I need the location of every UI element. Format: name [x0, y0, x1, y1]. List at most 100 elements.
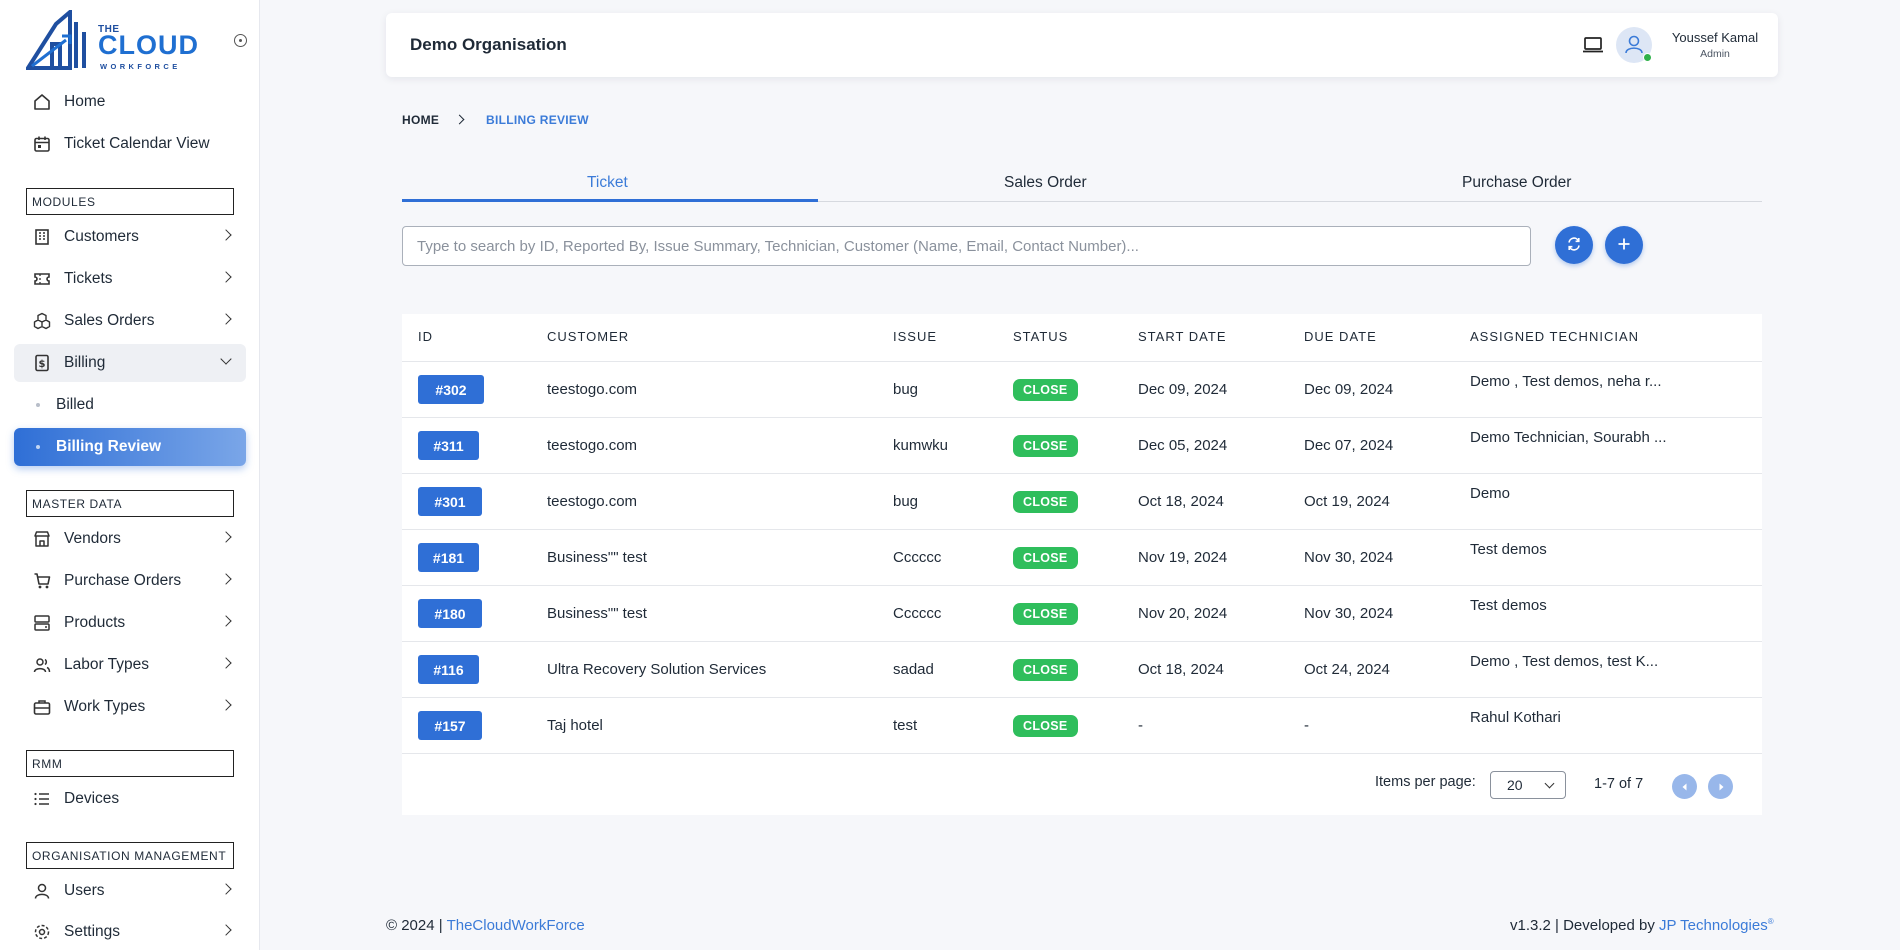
brand-link[interactable]: TheCloudWorkForce	[447, 917, 585, 934]
chevron-down-icon	[1544, 778, 1555, 789]
section-label-modules: MODULES	[26, 188, 234, 215]
bullet-icon	[36, 403, 40, 407]
sidebar-item-label: Users	[64, 882, 105, 899]
chevron-right-icon	[220, 615, 232, 627]
issue-cell: Cccccc	[893, 605, 942, 622]
technician-cell: Rahul Kothari	[1470, 709, 1561, 726]
technician-cell: Test demos	[1470, 597, 1547, 614]
chevron-right-icon	[220, 883, 232, 895]
sidebar-subitem-billed[interactable]: Billed	[14, 386, 246, 424]
due-date-cell: Dec 07, 2024	[1304, 437, 1394, 454]
footer-copyright: © 2024 | TheCloudWorkForce	[386, 917, 585, 934]
column-header-issue[interactable]: ISSUE	[893, 329, 937, 344]
next-page-button[interactable]	[1708, 774, 1733, 799]
start-date-cell: Oct 18, 2024	[1138, 493, 1224, 510]
chevron-right-icon	[220, 313, 232, 325]
ticket-id-button[interactable]: #116	[418, 655, 479, 684]
sidebar-item-devices[interactable]: Devices	[14, 780, 246, 818]
tab-bar: Ticket Sales Order Purchase Order	[402, 166, 1762, 202]
issue-cell: bug	[893, 493, 919, 510]
sidebar-item-billing[interactable]: $ Billing	[14, 344, 246, 382]
sidebar-item-label: Ticket Calendar View	[64, 135, 210, 152]
next-icon	[1719, 783, 1723, 790]
sidebar-item-label: Purchase Orders	[64, 572, 182, 589]
sidebar-item-tickets[interactable]: Tickets	[14, 260, 246, 298]
sidebar-item-label: Devices	[64, 790, 120, 807]
users-icon	[32, 655, 52, 675]
breadcrumb-home[interactable]: HOME	[402, 113, 439, 127]
issue-cell: test	[893, 717, 918, 734]
tab-sales-order[interactable]: Sales Order	[1004, 174, 1087, 192]
status-badge: CLOSE	[1013, 715, 1078, 737]
sidebar-item-sales-orders[interactable]: Sales Orders	[14, 302, 246, 340]
sidebar-item-label: Billing Review	[56, 438, 162, 455]
pagination-range: 1-7 of 7	[1594, 776, 1644, 792]
user-role: Admin	[1700, 48, 1730, 60]
start-date-cell: Nov 19, 2024	[1138, 549, 1228, 566]
laptop-icon[interactable]	[1582, 35, 1604, 55]
home-icon	[32, 92, 52, 112]
boxes-icon	[32, 311, 52, 331]
customer-cell: Ultra Recovery Solution Services	[547, 661, 767, 678]
ticket-id-button[interactable]: #302	[418, 375, 484, 404]
technician-cell: Test demos	[1470, 541, 1547, 558]
start-date-cell: Dec 09, 2024	[1138, 381, 1228, 398]
sidebar-item-work-types[interactable]: Work Types	[14, 688, 246, 726]
chevron-right-icon	[220, 924, 232, 936]
column-header-status[interactable]: STATUS	[1013, 329, 1068, 344]
ticket-id-button[interactable]: #181	[418, 543, 479, 572]
customer-cell: teestogo.com	[547, 437, 638, 454]
sidebar-item-purchase-orders[interactable]: Purchase Orders	[14, 562, 246, 600]
sidebar-item-labor-types[interactable]: Labor Types	[14, 646, 246, 684]
due-date-cell: Dec 09, 2024	[1304, 381, 1394, 398]
items-per-page-select[interactable]: 20	[1490, 771, 1566, 799]
issue-cell: Cccccc	[893, 549, 942, 566]
start-date-cell: -	[1138, 717, 1143, 734]
section-label-org-management: ORGANISATION MANAGEMENT	[26, 842, 234, 869]
column-header-start-date[interactable]: START DATE	[1138, 329, 1227, 344]
start-date-cell: Nov 20, 2024	[1138, 605, 1228, 622]
column-header-id[interactable]: ID	[418, 329, 433, 344]
user-name[interactable]: Youssef Kamal	[1665, 30, 1765, 45]
plus-icon	[1616, 236, 1632, 255]
sidebar-item-settings[interactable]: Settings	[14, 913, 246, 950]
sidebar-item-customers[interactable]: Customers	[14, 218, 246, 256]
briefcase-icon	[32, 697, 52, 717]
sidebar-item-users[interactable]: Users	[14, 872, 246, 910]
column-header-due-date[interactable]: DUE DATE	[1304, 329, 1377, 344]
sidebar-item-label: Sales Orders	[64, 312, 155, 329]
sidebar-item-label: Billing	[64, 354, 106, 371]
chevron-right-icon	[220, 657, 232, 669]
start-date-cell: Dec 05, 2024	[1138, 437, 1228, 454]
sidebar-subitem-billing-review[interactable]: Billing Review	[14, 428, 246, 466]
sidebar-item-products[interactable]: Products	[14, 604, 246, 642]
table-row-divider	[402, 697, 1762, 698]
previous-page-button[interactable]	[1672, 774, 1697, 799]
ticket-id-button[interactable]: #311	[418, 431, 479, 460]
refresh-button[interactable]	[1555, 226, 1593, 264]
column-header-customer[interactable]: CUSTOMER	[547, 329, 629, 344]
logo-text-workforce: WORKFORCE	[100, 62, 181, 71]
sidebar-item-vendors[interactable]: Vendors	[14, 520, 246, 558]
breadcrumb-current: BILLING REVIEW	[486, 113, 589, 127]
technician-cell: Demo , Test demos, test K...	[1470, 653, 1659, 670]
table-divider	[402, 361, 1762, 362]
sidebar-toggle-icon[interactable]	[234, 34, 247, 47]
sidebar-item-ticket-calendar[interactable]: Ticket Calendar View	[14, 125, 246, 163]
search-input[interactable]	[402, 226, 1531, 266]
tab-ticket[interactable]: Ticket	[587, 174, 628, 192]
billing-icon: $	[32, 353, 52, 373]
ticket-id-button[interactable]: #180	[418, 599, 482, 628]
add-button[interactable]	[1605, 226, 1643, 264]
developer-link[interactable]: JP Technologies	[1659, 917, 1768, 934]
section-label-master-data: MASTER DATA	[26, 490, 234, 517]
due-date-cell: Oct 19, 2024	[1304, 493, 1390, 510]
ticket-id-button[interactable]: #157	[418, 711, 482, 740]
user-icon	[32, 881, 52, 901]
sidebar-item-home[interactable]: Home	[14, 83, 246, 121]
column-header-assigned-technician[interactable]: ASSIGNED TECHNICIAN	[1470, 329, 1639, 344]
logo-mark-icon	[26, 10, 86, 70]
tab-purchase-order[interactable]: Purchase Order	[1462, 174, 1571, 192]
registered-mark: ®	[1767, 917, 1774, 926]
ticket-id-button[interactable]: #301	[418, 487, 482, 516]
